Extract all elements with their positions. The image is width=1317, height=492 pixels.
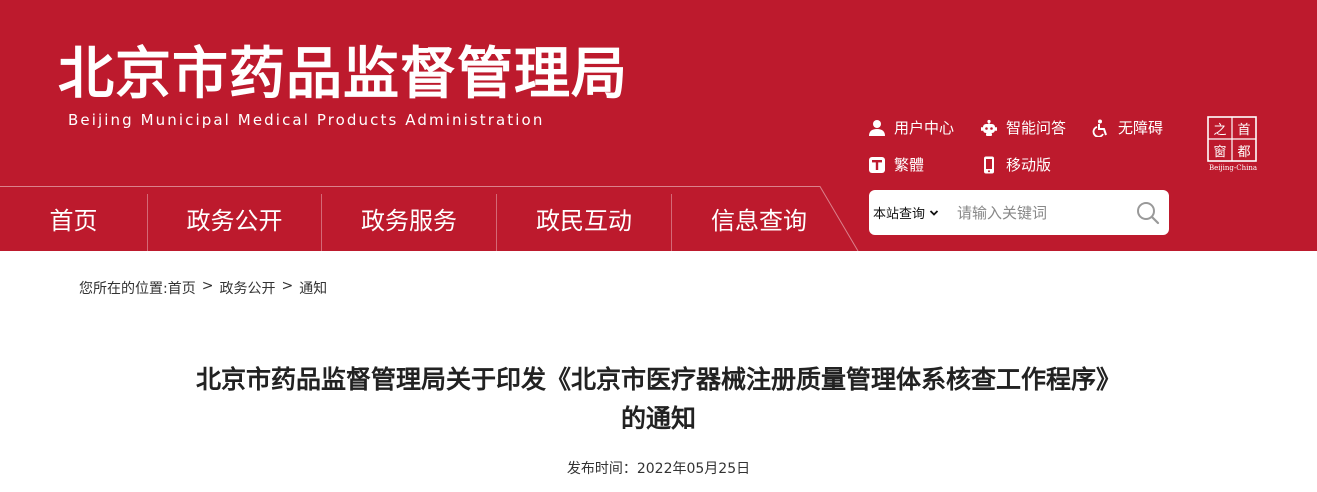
publish-label: 发布时间： — [566, 461, 637, 477]
nav-government-affairs[interactable]: 政务公开 — [148, 186, 321, 251]
traditional-chinese-icon — [868, 156, 886, 174]
search-box: 本站查询 — [869, 190, 1169, 235]
site-title-en: Beijing Municipal Medical Products Admin… — [68, 111, 545, 129]
mobile-version-link[interactable]: 移动版 — [980, 154, 1051, 175]
mobile-version-label: 移动版 — [1006, 156, 1052, 174]
chevron-down-icon — [929, 209, 939, 216]
robot-icon — [980, 119, 998, 137]
breadcrumb: 您所在的位置: 首页 > 政务公开 > 通知 — [79, 278, 327, 298]
top-links: 用户中心 智能问答 无障碍 繁體 移动版 — [868, 117, 1198, 177]
accessibility-link[interactable]: 无障碍 — [1092, 117, 1163, 138]
breadcrumb-government-affairs[interactable]: 政务公开 — [219, 278, 275, 298]
logo-char-3: 窗 — [1213, 144, 1226, 160]
logo-emblem: 之 首 窗 都 — [1207, 116, 1257, 162]
nav-government-services[interactable]: 政务服务 — [322, 186, 496, 251]
search-icon[interactable] — [1135, 200, 1161, 226]
nav-public-interaction[interactable]: 政民互动 — [497, 186, 671, 251]
search-input[interactable] — [957, 198, 1127, 227]
capital-window-logo[interactable]: 之 首 窗 都 Beijing-China — [1207, 116, 1259, 174]
user-center-label: 用户中心 — [894, 119, 955, 137]
mobile-icon — [980, 156, 998, 174]
smart-qa-label: 智能问答 — [1006, 119, 1067, 137]
breadcrumb-separator: > — [201, 278, 214, 294]
traditional-chinese-link[interactable]: 繁體 — [868, 154, 924, 175]
logo-char-4: 都 — [1237, 145, 1250, 160]
article-title: 北京市药品监督管理局关于印发《北京市医疗器械注册质量管理体系核查工作程序》 的通… — [70, 360, 1247, 438]
publish-date: 2022年05月25日 — [636, 461, 751, 477]
search-scope-label: 本站查询 — [873, 207, 926, 222]
search-scope-select[interactable]: 本站查询 — [873, 190, 939, 235]
user-icon — [868, 119, 886, 137]
publish-info: 发布时间：2022年05月25日 — [0, 458, 1317, 478]
user-center-link[interactable]: 用户中心 — [868, 117, 954, 138]
article-title-line-1: 北京市药品监督管理局关于印发《北京市医疗器械注册质量管理体系核查工作程序》 — [195, 365, 1121, 394]
traditional-chinese-label: 繁體 — [894, 156, 925, 174]
accessibility-label: 无障碍 — [1118, 119, 1164, 137]
site-title-cn[interactable]: 北京市药品监督管理局 — [58, 40, 628, 110]
breadcrumb-home[interactable]: 首页 — [168, 278, 196, 298]
nav-home[interactable]: 首页 — [0, 186, 147, 251]
nav-information-query[interactable]: 信息查询 — [672, 186, 846, 251]
article-title-line-2: 的通知 — [620, 404, 696, 433]
breadcrumb-prefix: 您所在的位置: — [79, 281, 168, 297]
logo-char-2: 首 — [1237, 123, 1250, 138]
breadcrumb-notice[interactable]: 通知 — [299, 278, 327, 298]
logo-caption: Beijing-China — [1208, 164, 1258, 172]
logo-char-1: 之 — [1213, 123, 1226, 138]
smart-qa-link[interactable]: 智能问答 — [980, 117, 1066, 138]
accessibility-icon — [1092, 119, 1110, 137]
breadcrumb-separator: > — [281, 278, 294, 294]
